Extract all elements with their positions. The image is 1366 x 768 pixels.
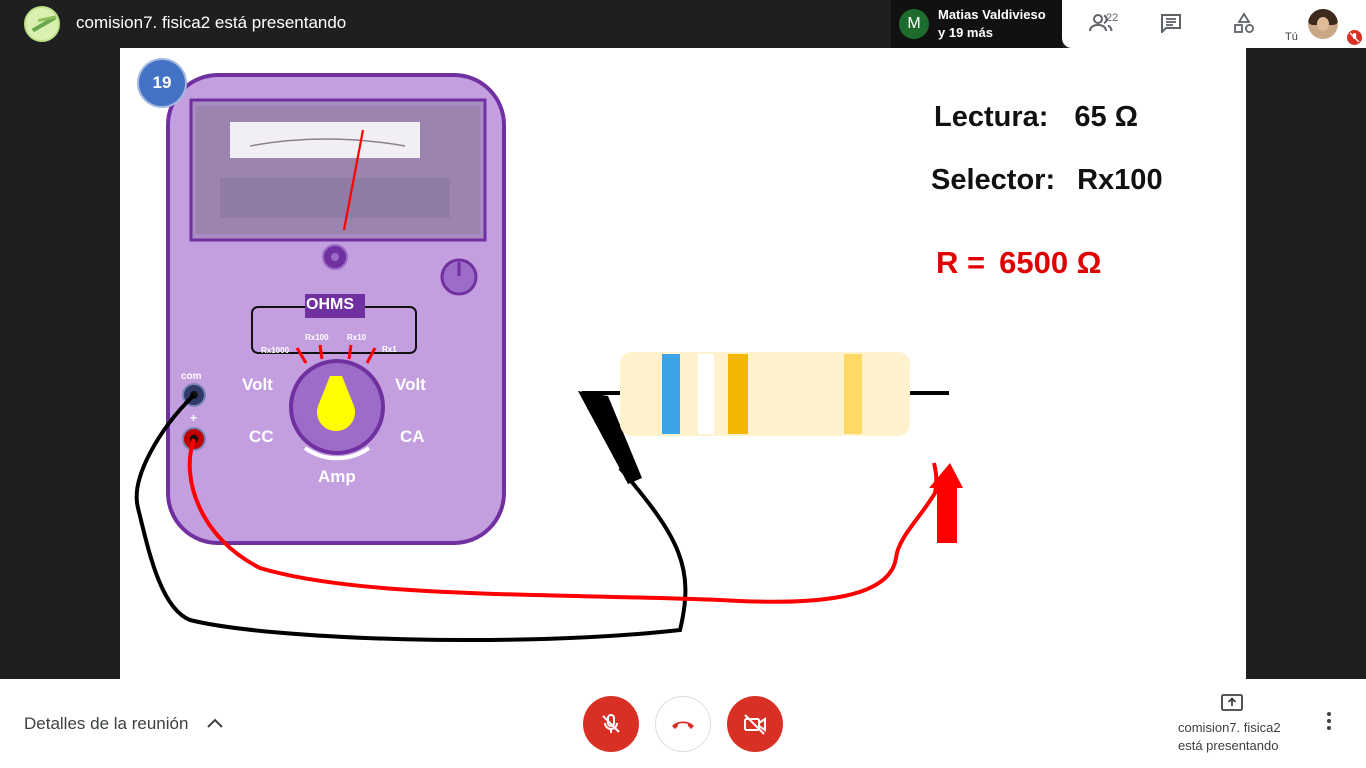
presenter-info: comision7. fisica2 está presentando [1178, 719, 1281, 755]
chevron-up-icon[interactable] [206, 717, 224, 729]
lectura-value: 65 Ω [1074, 101, 1138, 133]
activities-button[interactable] [1227, 8, 1261, 38]
lectura-line: Lectura: 65 Ω [934, 101, 1138, 134]
bottom-bar: Detalles de la reunión comision7. fisica… [0, 679, 1366, 768]
mic-off-icon [602, 714, 620, 733]
resistor-band-blue [662, 354, 680, 434]
result-value: 6500 Ω [999, 245, 1102, 280]
range-rx10: Rx10 [347, 333, 367, 342]
presentation-slide: 19 OHMS Rx1000 Rx100 Rx10 Rx1 Volt Volt … [120, 48, 1246, 679]
resistor-band-tolerance [844, 354, 862, 434]
people-count-badge: 22 [1106, 12, 1119, 24]
result-line: R = 6500 Ω [936, 245, 1102, 281]
resistor-band-gold [728, 354, 748, 434]
result-label: R = [936, 245, 986, 280]
speaker-more: y 19 más [938, 25, 993, 40]
selector-label: Selector: [931, 164, 1056, 196]
present-screen-icon[interactable] [1220, 693, 1244, 713]
volt-right-label: Volt [395, 375, 426, 394]
self-label: Tú [1285, 31, 1298, 43]
speaker-name: Matias Valdivieso [938, 7, 1046, 22]
mic-off-icon [1349, 32, 1360, 43]
presenter-line2: está presentando [1178, 738, 1279, 753]
speaker-avatar: M [899, 9, 929, 39]
chat-icon [1161, 14, 1181, 33]
meter-display-shadow [220, 178, 450, 218]
selector-value: Rx100 [1077, 164, 1163, 196]
self-avatar[interactable] [1308, 9, 1338, 39]
presenter-line1: comision7. fisica2 [1178, 720, 1281, 735]
ca-label: CA [400, 427, 425, 446]
com-label: com [181, 371, 202, 382]
meeting-details-button[interactable]: Detalles de la reunión [24, 714, 188, 734]
presenting-title: comision7. fisica2 está presentando [76, 13, 347, 32]
more-options-icon[interactable] [1326, 711, 1332, 731]
range-rx1: Rx1 [382, 345, 397, 354]
plus-label: + [190, 411, 198, 425]
hang-up-icon [672, 721, 694, 729]
range-rx100: Rx100 [305, 333, 329, 342]
active-speaker-card[interactable]: M Matias Valdivieso y 19 más [891, 0, 1062, 48]
amp-label: Amp [318, 467, 356, 486]
presenter-avatar [24, 6, 60, 42]
camera-off-icon [744, 714, 766, 735]
mic-off-badge [1347, 30, 1362, 45]
slide-illustration [134, 73, 963, 643]
meter-scale [230, 122, 420, 158]
volt-left-label: Volt [242, 375, 273, 394]
lectura-label: Lectura: [934, 101, 1049, 133]
cc-label: CC [249, 427, 274, 446]
top-controls-panel [1062, 0, 1280, 48]
slide-number-badge: 19 [139, 60, 185, 106]
resistor-band-white [698, 354, 714, 434]
range-rx1000: Rx1000 [261, 346, 290, 355]
mic-toggle-button[interactable] [583, 696, 639, 752]
chat-button[interactable] [1154, 8, 1188, 38]
shapes-icon [1234, 12, 1254, 33]
camera-toggle-button[interactable] [727, 696, 783, 752]
selector-line: Selector: Rx100 [931, 164, 1163, 197]
leave-call-button[interactable] [655, 696, 711, 752]
ohms-label: OHMS [306, 296, 354, 313]
